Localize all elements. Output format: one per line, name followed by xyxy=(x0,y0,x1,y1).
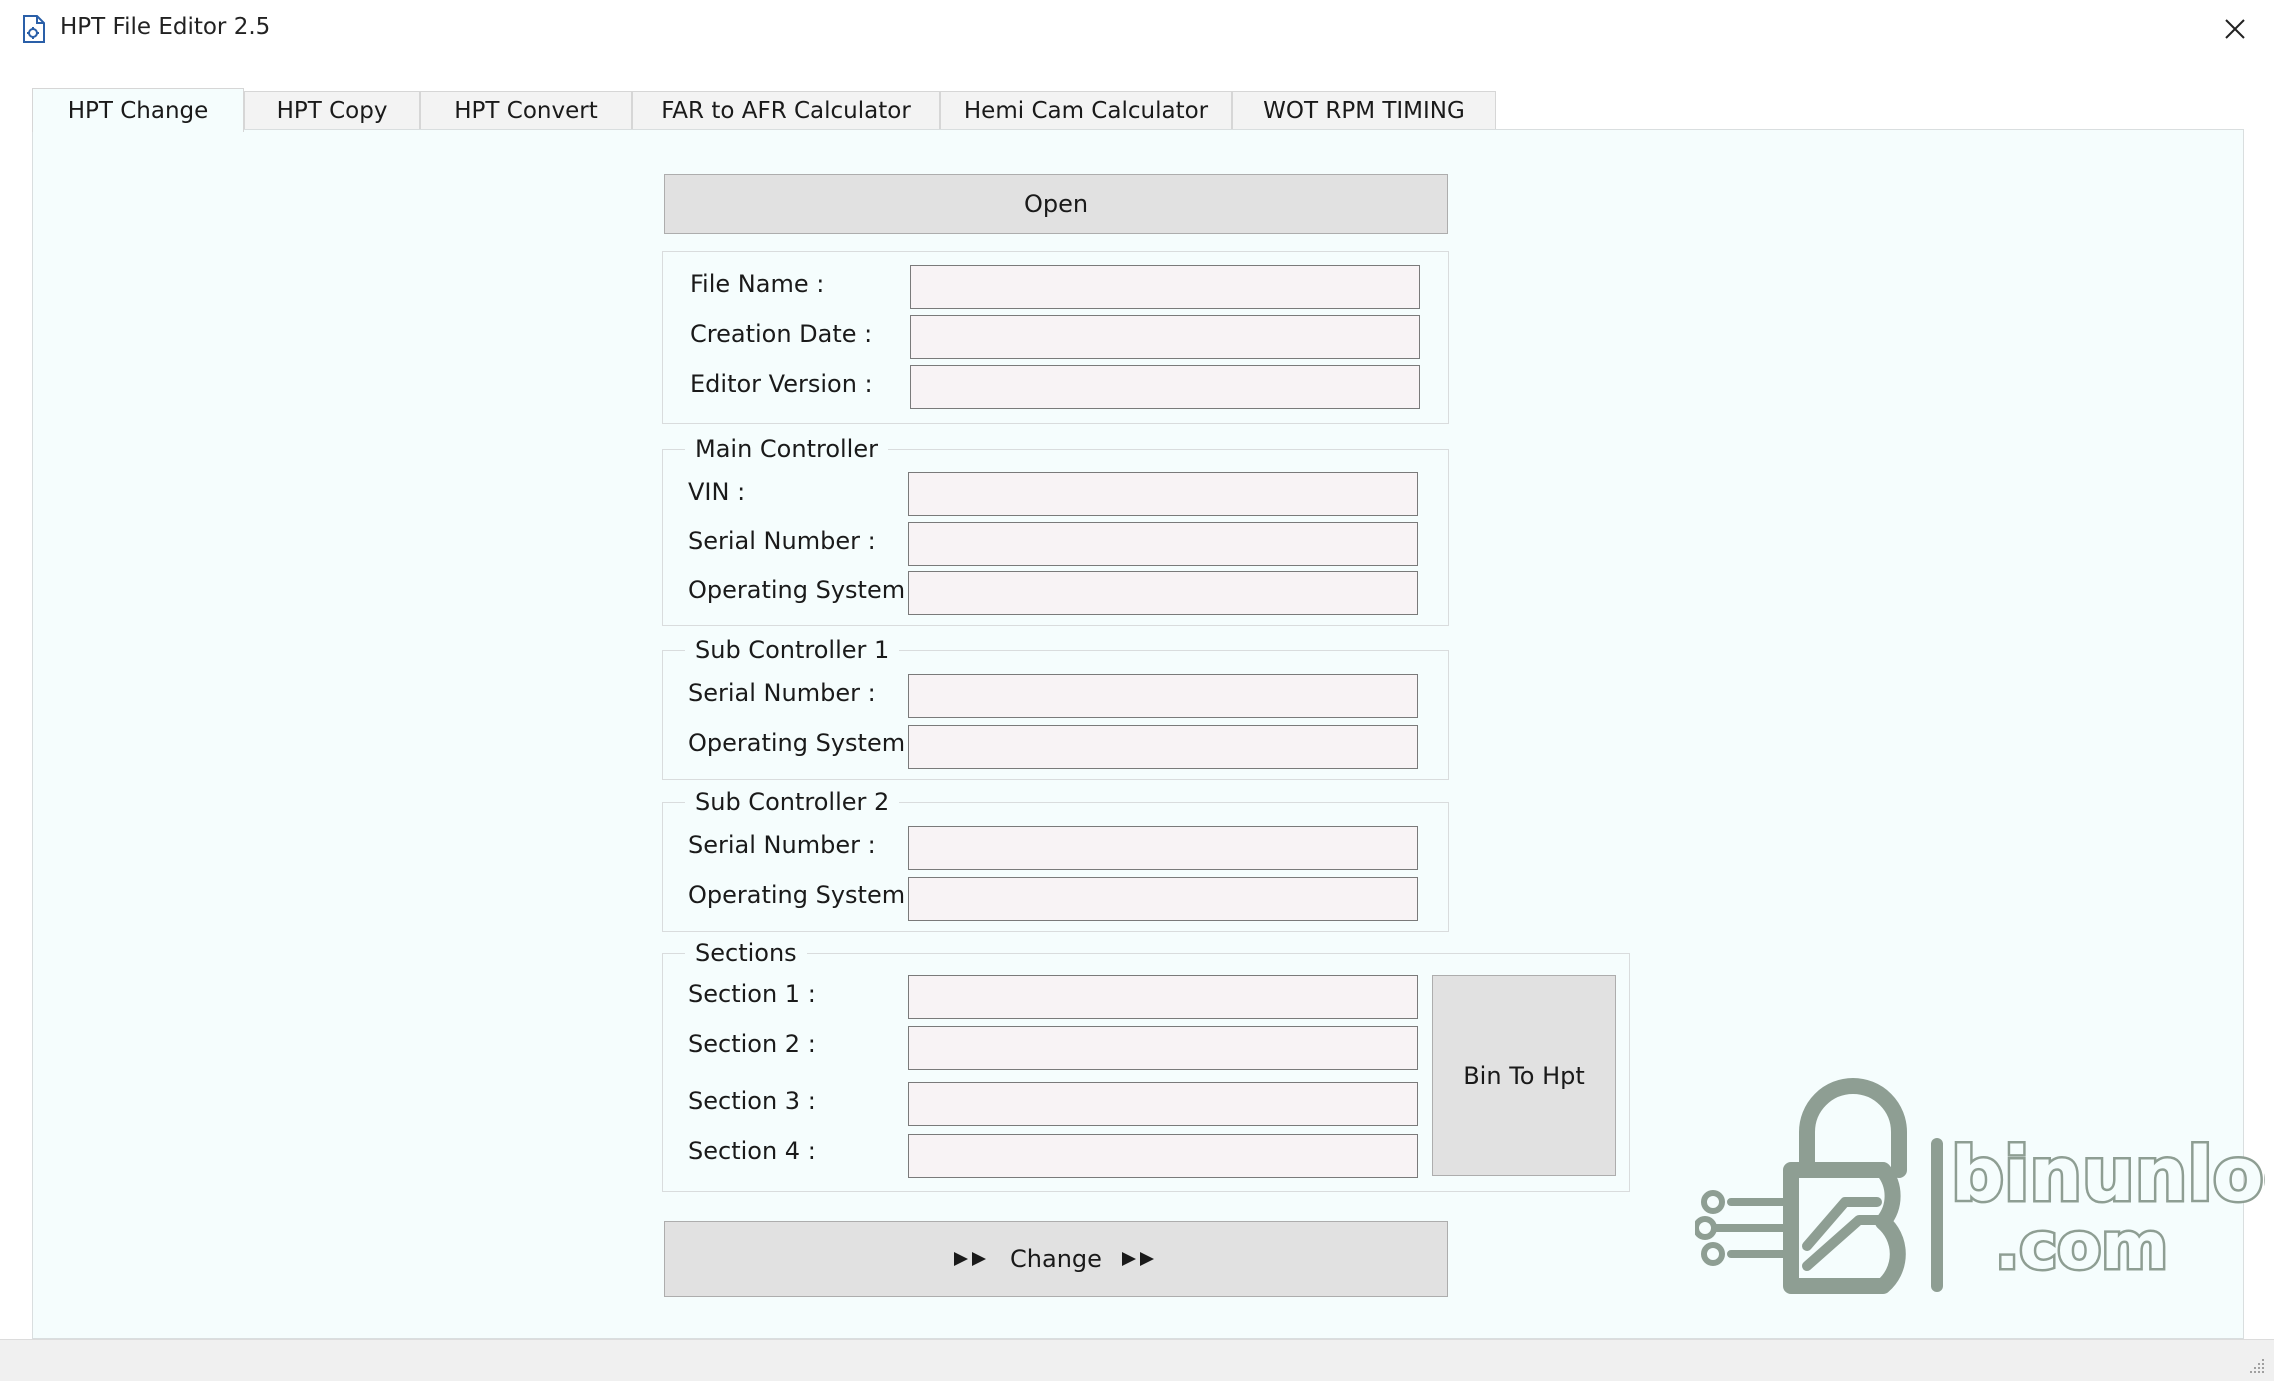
section-4-field[interactable] xyxy=(908,1134,1418,1178)
main-serial-number-field[interactable] xyxy=(908,522,1418,566)
change-button[interactable]: Change xyxy=(664,1221,1448,1297)
sub1-operating-system-field[interactable] xyxy=(908,725,1418,769)
app-file-icon xyxy=(23,15,45,43)
sub2-operating-system-label: Operating System : xyxy=(688,881,921,909)
editor-version-label: Editor Version : xyxy=(690,370,873,398)
file-name-field[interactable] xyxy=(910,265,1420,309)
tab-hpt-copy[interactable]: HPT Copy xyxy=(244,91,420,129)
main-operating-system-field[interactable] xyxy=(908,571,1418,615)
sub1-serial-number-field[interactable] xyxy=(908,674,1418,718)
creation-date-label: Creation Date : xyxy=(690,320,873,348)
vin-field[interactable] xyxy=(908,472,1418,516)
tab-hpt-change[interactable]: HPT Change xyxy=(32,88,244,132)
main-serial-number-label: Serial Number : xyxy=(688,527,876,555)
file-name-label: File Name : xyxy=(690,270,825,298)
sections-title: Sections xyxy=(685,938,807,968)
section-2-label: Section 2 : xyxy=(688,1030,816,1058)
sub2-operating-system-field[interactable] xyxy=(908,877,1418,921)
section-1-label: Section 1 : xyxy=(688,980,816,1008)
sub-controller-1-title: Sub Controller 1 xyxy=(685,635,900,665)
binunlock-watermark: binunlock .com xyxy=(1695,1078,2265,1294)
section-4-label: Section 4 : xyxy=(688,1137,816,1165)
tab-wot-rpm-timing[interactable]: WOT RPM TIMING xyxy=(1232,91,1496,129)
section-3-label: Section 3 : xyxy=(688,1087,816,1115)
close-button[interactable] xyxy=(2210,8,2260,50)
sub1-serial-number-label: Serial Number : xyxy=(688,679,876,707)
sub-controller-2-title: Sub Controller 2 xyxy=(685,787,900,817)
main-operating-system-label: Operating System : xyxy=(688,576,921,604)
resize-grip-icon[interactable] xyxy=(2248,1357,2266,1375)
title-bar: HPT File Editor 2.5 xyxy=(0,0,2274,58)
change-button-label: Change xyxy=(1010,1245,1102,1273)
lock-logo-icon xyxy=(1695,1078,1943,1294)
editor-version-field[interactable] xyxy=(910,365,1420,409)
close-icon[interactable] xyxy=(2223,17,2247,41)
sub2-serial-number-label: Serial Number : xyxy=(688,831,876,859)
double-arrow-right-icon xyxy=(1121,1252,1154,1266)
open-button[interactable]: Open xyxy=(664,174,1448,234)
double-arrow-right-icon xyxy=(954,1252,987,1266)
section-1-field[interactable] xyxy=(908,975,1418,1019)
creation-date-field[interactable] xyxy=(910,315,1420,359)
tab-far-to-afr-calculator[interactable]: FAR to AFR Calculator xyxy=(632,91,940,129)
tab-hemi-cam-calculator[interactable]: Hemi Cam Calculator xyxy=(940,91,1232,129)
vin-label: VIN : xyxy=(688,478,746,506)
section-3-field[interactable] xyxy=(908,1082,1418,1126)
bin-to-hpt-button[interactable]: Bin To Hpt xyxy=(1432,975,1616,1176)
window-title: HPT File Editor 2.5 xyxy=(60,14,271,40)
status-bar xyxy=(0,1339,2274,1381)
watermark-text-domain: .com xyxy=(1995,1210,2168,1284)
watermark-text-main: binunlock xyxy=(1951,1132,2265,1218)
sub1-operating-system-label: Operating System : xyxy=(688,729,921,757)
tab-hpt-convert[interactable]: HPT Convert xyxy=(420,91,632,129)
sub2-serial-number-field[interactable] xyxy=(908,826,1418,870)
main-controller-title: Main Controller xyxy=(685,434,888,464)
section-2-field[interactable] xyxy=(908,1026,1418,1070)
